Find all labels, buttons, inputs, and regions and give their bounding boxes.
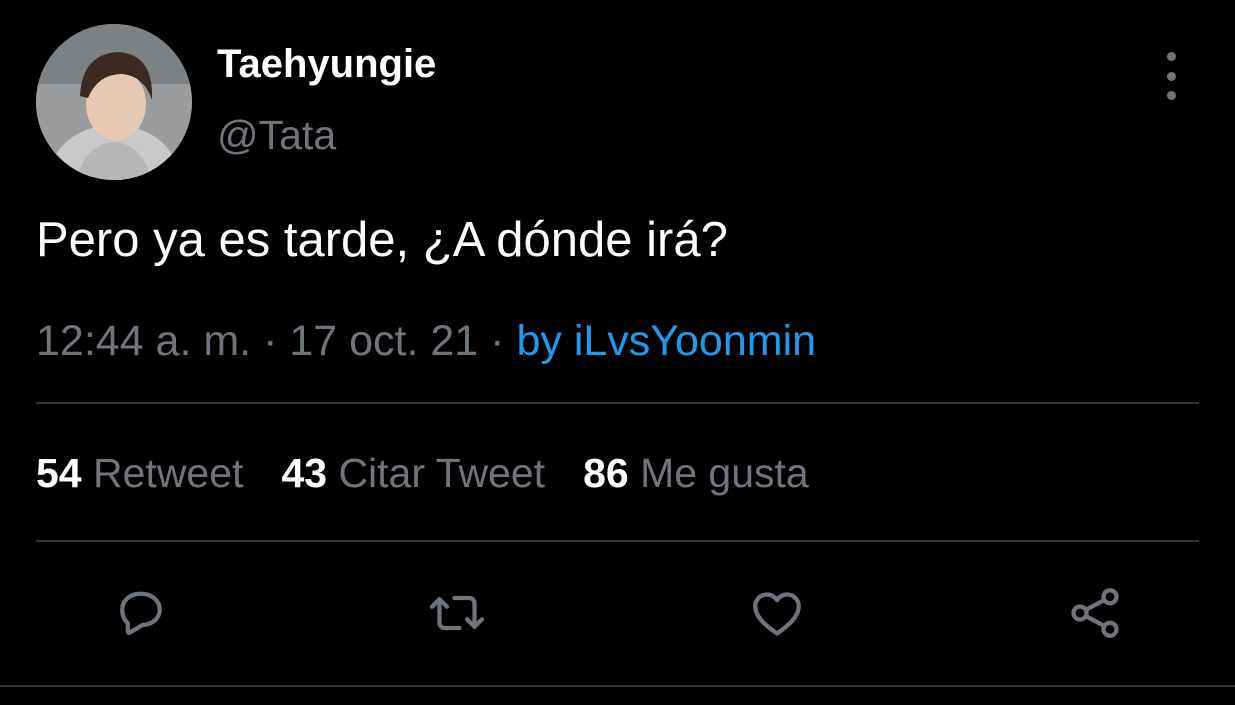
meta-separator: · <box>478 317 517 365</box>
divider <box>36 402 1199 404</box>
tweet-source-link[interactable]: by iLvsYoonmin <box>516 317 816 365</box>
more-dot <box>1166 91 1176 100</box>
like-icon <box>753 592 801 636</box>
like-count[interactable]: 86 Me gusta <box>583 446 809 500</box>
divider <box>0 685 1235 687</box>
tweet-meta: 12:44 a. m. · 17 oct. 21 · by iLvsYoonmi… <box>36 314 816 368</box>
like-button[interactable] <box>744 580 810 646</box>
share-icon <box>1071 588 1119 638</box>
quote-count[interactable]: 43 Citar Tweet <box>281 446 545 500</box>
retweet-count-value: 54 <box>36 450 82 496</box>
more-dot <box>1166 71 1176 81</box>
avatar[interactable] <box>36 24 192 180</box>
like-count-label: Me gusta <box>640 450 809 496</box>
username-handle[interactable]: @Tata <box>217 110 336 160</box>
retweet-count[interactable]: 54 Retweet <box>36 446 243 500</box>
tweet-date[interactable]: 17 oct. 21 <box>289 317 478 365</box>
profile-photo <box>36 24 192 180</box>
tweet-text: Pero ya es tarde, ¿A dónde irá? <box>36 213 728 267</box>
tweet-stats: 54 Retweet 43 Citar Tweet 86 Me gusta <box>36 446 847 500</box>
display-name[interactable]: Taehyungie <box>217 40 436 88</box>
reply-icon <box>120 591 162 635</box>
share-button[interactable] <box>1062 580 1128 646</box>
reply-button[interactable] <box>108 580 174 646</box>
retweet-icon <box>429 595 485 631</box>
quote-count-value: 43 <box>281 450 328 496</box>
quote-count-label: Citar Tweet <box>338 450 546 496</box>
divider <box>36 540 1199 542</box>
more-vertical-icon[interactable] <box>1155 52 1187 100</box>
more-dot <box>1166 52 1176 61</box>
retweet-button[interactable] <box>424 580 490 646</box>
retweet-count-label: Retweet <box>93 450 244 496</box>
tweet-time[interactable]: 12:44 a. m. <box>36 317 251 365</box>
meta-separator: · <box>251 317 290 365</box>
like-count-value: 86 <box>583 450 629 496</box>
